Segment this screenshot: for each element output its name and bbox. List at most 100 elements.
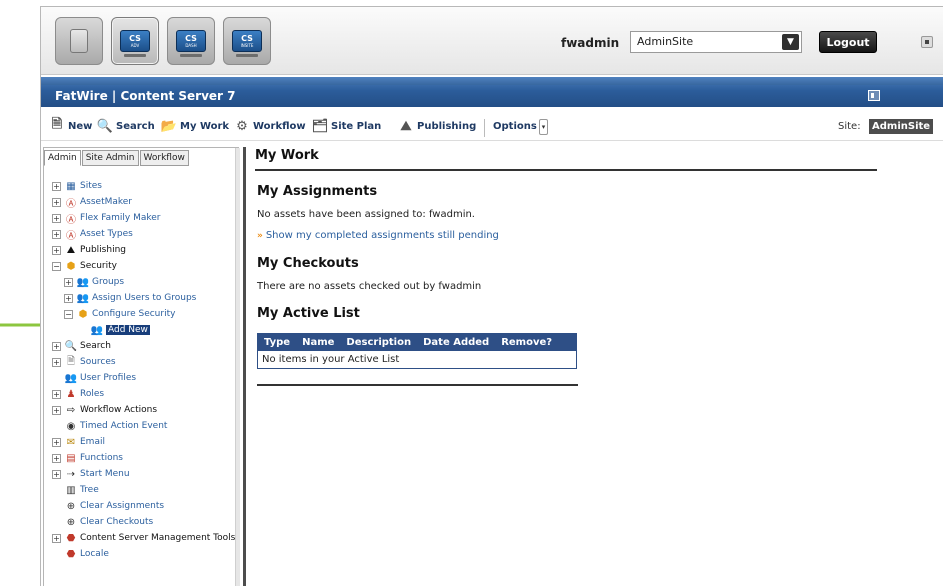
tree-node-tree[interactable]: ▥ Tree xyxy=(52,483,99,497)
column-type[interactable]: Type xyxy=(258,337,296,348)
new-label: New xyxy=(68,120,93,132)
column-remove[interactable]: Remove? xyxy=(495,337,558,348)
action-toolbar: 🗎 New 🔍 Search 📂 My Work ⚙ Workflow 🗂 Si… xyxy=(41,111,943,141)
tree-node-search[interactable]: + 🔍 Search xyxy=(52,339,111,353)
panel-splitter[interactable] xyxy=(243,147,246,586)
tree-node-roles[interactable]: + ♟ Roles xyxy=(52,387,104,401)
checkouts-heading: My Checkouts xyxy=(257,256,359,271)
tab-site-admin[interactable]: Site Admin xyxy=(81,150,139,166)
tree-node-start-menu[interactable]: + ⇢ Start Menu xyxy=(52,467,130,481)
column-description[interactable]: Description xyxy=(340,337,417,348)
publishing-icon: ⛰ xyxy=(66,244,76,256)
tab-workflow[interactable]: Workflow xyxy=(139,150,189,166)
active-list-heading: My Active List xyxy=(257,306,360,321)
email-icon: ✉ xyxy=(66,436,76,448)
options-chevron-icon[interactable]: ▾ xyxy=(539,119,548,135)
tree-node-clear-checkouts[interactable]: ⊕ Clear Checkouts xyxy=(52,515,153,529)
tree-node-security[interactable]: − ⬢ Security xyxy=(52,259,117,273)
logout-button[interactable]: Logout xyxy=(819,31,877,53)
tree-node-user-profiles[interactable]: 👥 User Profiles xyxy=(52,371,136,385)
search-button[interactable]: 🔍 Search xyxy=(97,118,155,134)
tree-node-sites[interactable]: + ▦ Sites xyxy=(52,179,102,193)
title-bar: FatWire | Content Server 7 xyxy=(41,77,943,107)
search-icon: 🔍 xyxy=(64,340,78,352)
tree-node-clear-assignments[interactable]: ⊕ Clear Assignments xyxy=(52,499,164,513)
checkouts-text: There are no assets checked out by fwadm… xyxy=(257,281,482,292)
screen: CS ADV CS DASH CS INSITE fwadmin AdminSite … xyxy=(0,0,943,586)
tree-node-sources[interactable]: + 🗎 Sources xyxy=(52,355,116,369)
functions-icon: ▤ xyxy=(66,452,76,464)
assetmaker-icon: Ⓐ xyxy=(66,198,76,210)
roles-icon: ♟ xyxy=(66,388,76,400)
configure-security-icon: ⬢ xyxy=(78,308,88,320)
site-select[interactable]: AdminSite ▼ xyxy=(630,31,802,53)
publishing-button[interactable]: ⛰ Publishing xyxy=(398,118,477,134)
assign-users-icon: 👥 xyxy=(76,292,90,304)
siteplan-icon: 🗂 xyxy=(311,118,329,134)
new-button[interactable]: 🗎 New xyxy=(49,117,93,134)
window-control-icon[interactable] xyxy=(921,36,933,48)
assignments-text: No assets have been assigned to: fwadmin… xyxy=(257,209,475,220)
mywork-button[interactable]: 📂 My Work xyxy=(161,118,229,134)
workflow-button[interactable]: ⚙ Workflow xyxy=(234,118,306,134)
siteplan-button[interactable]: 🗂 Site Plan xyxy=(311,118,382,134)
cs-insite-app-button[interactable]: CS INSITE xyxy=(223,17,271,65)
cs-insite-icon: CS INSITE xyxy=(232,30,262,52)
tab-admin[interactable]: Admin xyxy=(44,150,81,166)
tree-node-email[interactable]: + ✉ Email xyxy=(52,435,105,449)
active-list-table: Type Name Description Date Added Remove?… xyxy=(257,333,577,369)
title-rule xyxy=(255,169,877,171)
cs-advanced-app-button[interactable]: CS ADV xyxy=(111,17,159,65)
tree-node-asset-types[interactable]: + Ⓐ Asset Types xyxy=(52,227,133,242)
tree-node-workflow-actions[interactable]: + ⇨ Workflow Actions xyxy=(52,403,157,417)
tree-icon: ▥ xyxy=(66,484,76,496)
table-bottom-rule xyxy=(257,384,578,386)
tree-node-management-tools[interactable]: + ⬣ Content Server Management Tools xyxy=(52,531,235,545)
top-app-bar: CS ADV CS DASH CS INSITE fwadmin AdminSite … xyxy=(41,7,943,75)
table-row: No items in your Active List xyxy=(262,354,400,365)
pending-assignments-link[interactable]: » Show my completed assignments still pe… xyxy=(257,230,499,241)
home-monitor-icon xyxy=(70,29,88,53)
tree-node-publishing[interactable]: + ⛰ Publishing xyxy=(52,243,126,257)
cs-dash-app-button[interactable]: CS DASH xyxy=(167,17,215,65)
add-new-icon: 👥 xyxy=(90,324,104,336)
sites-icon: ▦ xyxy=(66,180,76,192)
site-select-value: AdminSite xyxy=(637,35,694,48)
tree-node-assign-users[interactable]: + 👥 Assign Users to Groups xyxy=(64,291,196,305)
security-icon: ⬢ xyxy=(66,260,76,272)
admin-tree-panel: Admin Site Admin Workflow + ▦ Sites + Ⓐ Asse… xyxy=(43,147,240,586)
locale-icon: ⬣ xyxy=(66,548,76,560)
tree-node-locale[interactable]: ⬣ Locale xyxy=(52,547,109,561)
user-profiles-icon: 👥 xyxy=(64,372,78,384)
my-work-panel: My Work My Assignments No assets have be… xyxy=(255,147,895,586)
tree-node-functions[interactable]: + ▤ Functions xyxy=(52,451,123,465)
column-date-added[interactable]: Date Added xyxy=(417,337,495,348)
home-app-button[interactable] xyxy=(55,17,103,65)
options-menu[interactable]: Options xyxy=(493,121,537,132)
cs-dash-icon: CS DASH xyxy=(176,30,206,52)
sources-icon: 🗎 xyxy=(66,355,76,367)
clear-assignments-icon: ⊕ xyxy=(66,500,76,512)
column-name[interactable]: Name xyxy=(296,337,340,348)
tree-node-add-new[interactable]: 👥 Add New xyxy=(90,323,150,337)
asset-types-icon: Ⓐ xyxy=(66,230,76,242)
tree-tabs: Admin Site Admin Workflow xyxy=(44,150,190,168)
tree-node-groups[interactable]: + 👥 Groups xyxy=(64,275,124,289)
clear-checkouts-icon: ⊕ xyxy=(66,516,76,528)
site-badge: AdminSite xyxy=(869,119,934,134)
publishing-label: Publishing xyxy=(417,120,477,132)
workflow-icon: ⚙ xyxy=(236,118,248,134)
tree-scrollbar[interactable] xyxy=(235,148,240,586)
tree-node-timed-action[interactable]: ◉ Timed Action Event xyxy=(52,419,168,433)
collapse-panel-icon[interactable] xyxy=(868,90,880,101)
workflow-label: Workflow xyxy=(253,120,306,132)
workflow-actions-icon: ⇨ xyxy=(66,404,76,416)
tree-node-flex-family-maker[interactable]: + Ⓐ Flex Family Maker xyxy=(52,211,160,226)
tree-node-assetmaker[interactable]: + Ⓐ AssetMaker xyxy=(52,195,132,210)
double-arrow-icon: » xyxy=(257,230,263,241)
chevron-down-icon[interactable]: ▼ xyxy=(782,34,799,50)
assignments-heading: My Assignments xyxy=(257,184,378,199)
publishing-icon: ⛰ xyxy=(400,118,412,134)
tree-node-configure-security[interactable]: − ⬢ Configure Security xyxy=(64,307,175,321)
app-title: FatWire | Content Server 7 xyxy=(55,89,236,103)
